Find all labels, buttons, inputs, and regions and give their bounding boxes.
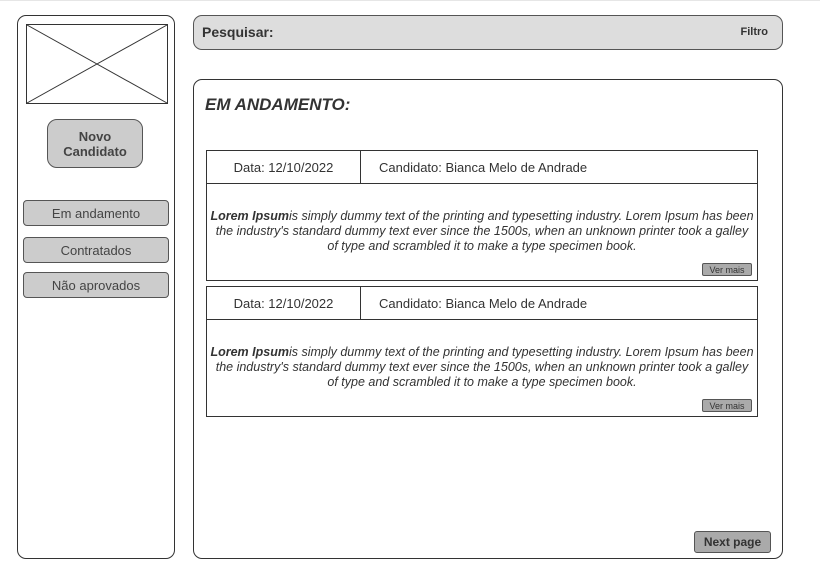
new-candidate-label: Novo Candidato [63, 128, 127, 159]
search-input[interactable] [284, 22, 808, 44]
new-candidate-button[interactable]: Novo Candidato [47, 119, 143, 168]
nav-label: Não aprovados [51, 277, 141, 293]
top-divider [0, 0, 820, 1]
search-bar: Pesquisar: Filtro [193, 15, 808, 50]
nav-nao-aprovados-button[interactable]: Não aprovados [23, 272, 169, 298]
section-title: EM ANDAMENTO: [205, 95, 351, 114]
image-placeholder-icon [27, 25, 167, 103]
main-panel: EM ANDAMENTO: Data: 12/10/2022 Candidato… [193, 79, 783, 559]
card-description-text: is simply dummy text of the printing and… [215, 209, 754, 253]
search-label: Pesquisar: [202, 24, 274, 40]
card-header: Data: 12/10/2022 Candidato: Bianca Melo … [207, 287, 757, 320]
sidebar: Novo Candidato Em andamento Contratados … [17, 15, 175, 559]
see-more-button[interactable]: Ver mais [702, 263, 752, 276]
card-date: Data: 12/10/2022 [207, 151, 361, 183]
card-description-lead: Lorem Ipsum [210, 345, 289, 359]
nav-em-andamento-button[interactable]: Em andamento [23, 200, 169, 226]
next-page-button[interactable]: Next page [694, 531, 771, 553]
card-date: Data: 12/10/2022 [207, 287, 361, 319]
logo-image-placeholder [26, 24, 168, 104]
nav-label: Contratados [60, 242, 132, 258]
nav-label: Em andamento [51, 205, 141, 221]
card-candidate-name: Candidato: Bianca Melo de Andrade [379, 295, 588, 311]
filter-button[interactable]: Filtro [741, 26, 769, 38]
nav-contratados-button[interactable]: Contratados [23, 237, 169, 263]
card-description-text: is simply dummy text of the printing and… [215, 345, 754, 389]
card-description: Lorem Ipsumis simply dummy text of the p… [209, 209, 755, 254]
candidate-card: Data: 12/10/2022 Candidato: Bianca Melo … [206, 150, 758, 281]
card-header: Data: 12/10/2022 Candidato: Bianca Melo … [207, 151, 757, 184]
candidate-card: Data: 12/10/2022 Candidato: Bianca Melo … [206, 286, 758, 417]
card-description-lead: Lorem Ipsum [210, 209, 289, 223]
see-more-button[interactable]: Ver mais [702, 399, 752, 412]
card-candidate-name: Candidato: Bianca Melo de Andrade [379, 159, 588, 175]
card-description: Lorem Ipsumis simply dummy text of the p… [209, 345, 755, 390]
